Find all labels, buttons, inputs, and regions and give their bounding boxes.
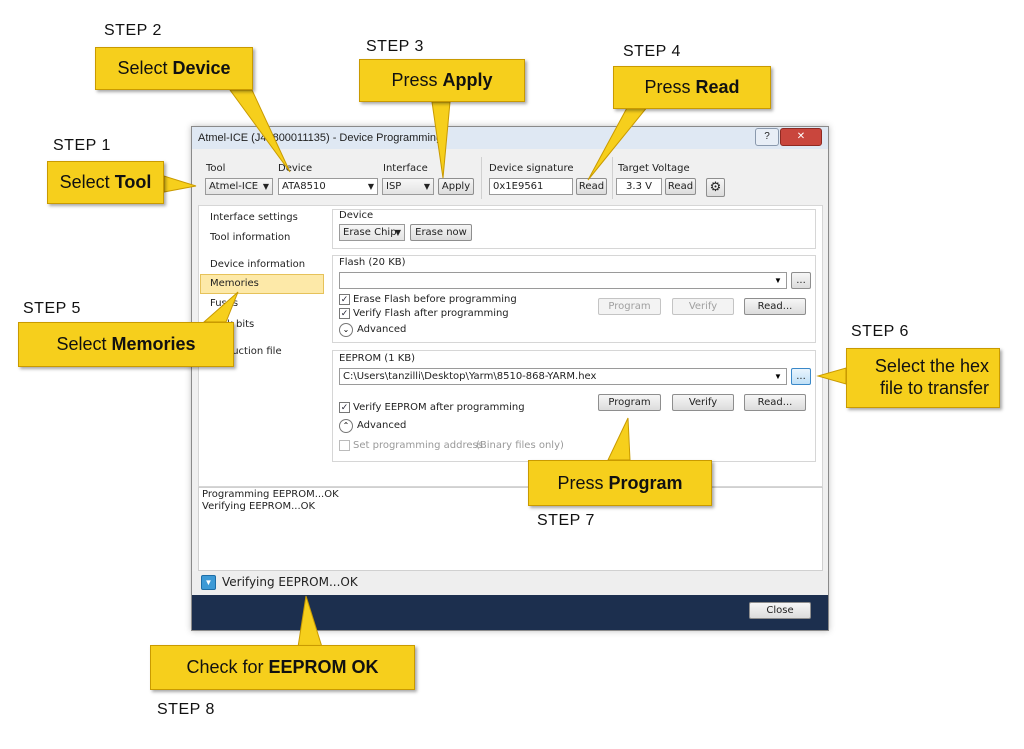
pointer-tool [163, 175, 197, 193]
pointer-browse [816, 367, 847, 385]
step-1-label: STEP 1 [53, 137, 111, 154]
callout-press-apply: Press Apply [359, 59, 525, 102]
pointer-status [297, 595, 323, 648]
pointer-device [229, 89, 291, 173]
pointer-memories [202, 291, 239, 323]
step-4-label: STEP 4 [623, 43, 681, 60]
callout-select-tool: Select Tool [47, 161, 164, 204]
step-5-label: STEP 5 [23, 300, 81, 317]
step-8-label: STEP 8 [157, 701, 215, 718]
callout-select-memories: Select Memories [18, 322, 234, 367]
step-6-label: STEP 6 [851, 323, 909, 340]
callout-select-hex-file: Select the hex file to transfer [846, 348, 1000, 408]
callout-check-eeprom: Check for EEPROM OK [150, 645, 415, 690]
step-3-label: STEP 3 [366, 38, 424, 55]
step-7-label: STEP 7 [537, 512, 595, 529]
callout-press-program: Press Program [528, 460, 712, 506]
pointer-apply [431, 101, 451, 179]
callout-select-device: Select Device [95, 47, 253, 90]
callout-press-read: Press Read [613, 66, 771, 109]
step-2-label: STEP 2 [104, 22, 162, 39]
pointer-program [607, 417, 631, 461]
pointer-read [587, 105, 650, 181]
